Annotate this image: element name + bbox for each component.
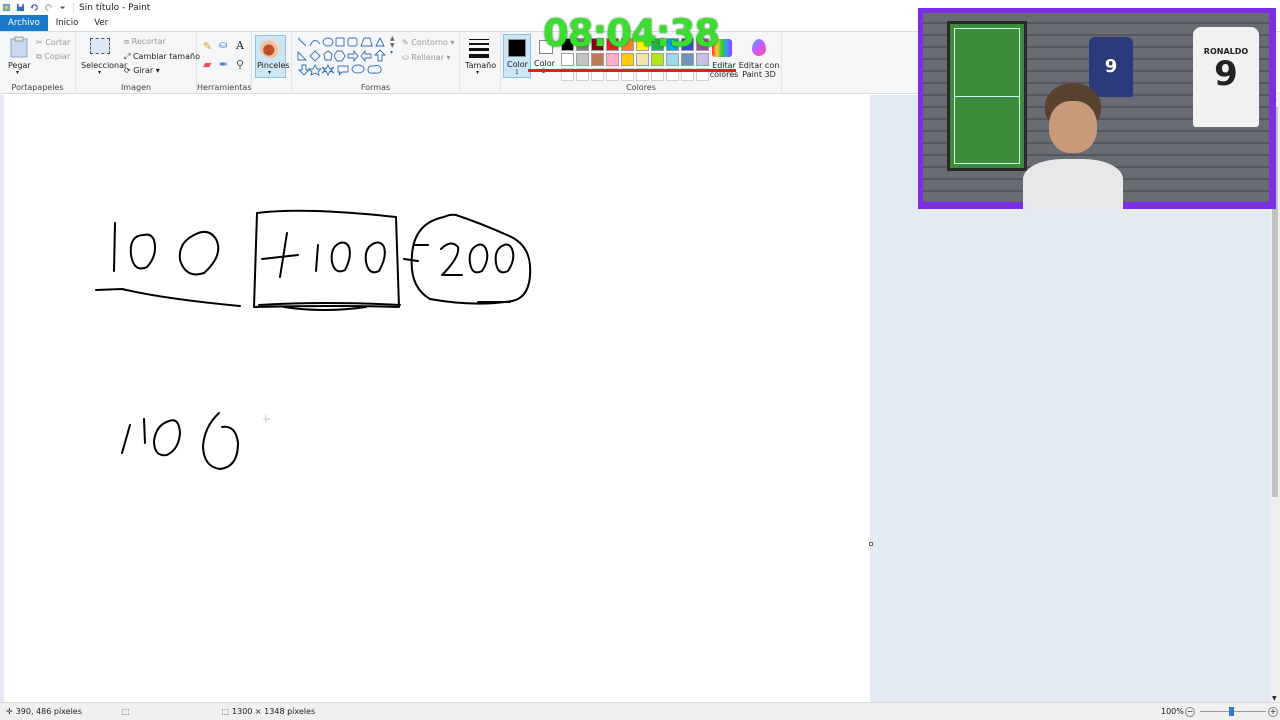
group-image: Seleccionar ▾ ⧈ Recortar ⤢ Cambiar tamañ… <box>76 32 200 94</box>
jersey-white: RONALDO 9 <box>1193 27 1259 127</box>
drawing-canvas[interactable] <box>4 95 870 702</box>
group-shapes: ▲ ▼ ▾ ✎ Contorno ▾ ⛀ Rellenar ▾ Formas <box>291 32 460 94</box>
zoom-slider-thumb[interactable] <box>1229 707 1234 716</box>
quick-access-toolbar: | <box>0 3 75 13</box>
zoom-in-button[interactable]: + <box>1268 706 1278 717</box>
person <box>1023 83 1123 209</box>
size-dropdown-icon: ▾ <box>476 69 480 76</box>
select-dropdown-icon: ▾ <box>98 69 102 76</box>
outline-dropdown[interactable]: ✎ Contorno ▾ <box>402 38 455 47</box>
stream-clock-overlay: 08:04:38 <box>543 12 720 55</box>
rotate-button[interactable]: ⟳ Girar ▾ <box>124 66 160 75</box>
webcam-overlay: 9 RONALDO 9 <box>918 8 1276 209</box>
canvas-size: 1300 × 1348 píxeles <box>232 707 316 716</box>
copy-button[interactable]: ⧉ Copiar <box>36 52 70 62</box>
pencil-icon[interactable]: ✎ <box>203 40 212 53</box>
fill-bucket-icon[interactable]: ⛀ <box>219 40 227 51</box>
status-bar: ✛ 390, 486 píxeles ⬚ ⬚ 1300 × 1348 píxel… <box>0 702 1280 720</box>
select-rectangle-icon <box>90 38 110 54</box>
paint3d-icon <box>752 39 766 56</box>
group-clipboard: Pegar ▾ ✂ Cortar ⧉ Copiar Portapapeles <box>0 32 76 94</box>
cursor-position-icon: ✛ <box>6 707 13 716</box>
customize-dropdown-icon[interactable] <box>58 3 67 12</box>
crop-button[interactable]: ⧈ Recortar <box>124 37 166 47</box>
cursor-position: 390, 486 píxeles <box>15 707 82 716</box>
color1-button[interactable]: Color 1 <box>503 34 531 78</box>
undo-icon[interactable] <box>30 3 39 12</box>
resize-button[interactable]: ⤢ Cambiar tamaño <box>124 52 200 62</box>
color1-swatch <box>508 39 526 57</box>
redo-icon[interactable] <box>44 3 53 12</box>
group-label-clipboard: Portapapeles <box>11 83 64 92</box>
zoom-out-button[interactable]: − <box>1185 706 1195 717</box>
brushes-button[interactable]: Pinceles ▾ <box>255 35 290 78</box>
cut-button[interactable]: ✂ Cortar <box>36 38 70 47</box>
canvas-resize-handle[interactable] <box>869 542 873 546</box>
group-label-tools: Herramientas <box>197 83 252 92</box>
group-tools: ✎ ⛀ A ▰ ✒ ⚲ Herramientas <box>197 32 252 94</box>
magnifier-icon[interactable]: ⚲ <box>236 58 244 71</box>
webcam-frame: 9 RONALDO 9 <box>923 13 1269 209</box>
text-tool-icon[interactable]: A <box>236 39 244 52</box>
group-label-image: Imagen <box>120 83 152 92</box>
selection-size-icon: ⬚ <box>121 707 130 716</box>
color-picker-icon[interactable]: ✒ <box>219 58 228 71</box>
paste-dropdown-icon: ▾ <box>16 69 20 76</box>
size-button[interactable]: Tamaño ▾ <box>462 36 496 78</box>
tab-archivo[interactable]: Archivo <box>0 15 48 31</box>
eraser-icon[interactable]: ▰ <box>203 58 211 71</box>
tactics-board <box>947 21 1027 171</box>
brush-icon <box>260 38 282 58</box>
paint3d-button[interactable]: Editar con Paint 3D <box>738 35 780 79</box>
clipboard-icon <box>10 36 28 58</box>
fill-dropdown[interactable]: ⛀ Rellenar ▾ <box>402 53 451 62</box>
paint-app-icon <box>2 3 11 12</box>
size-lines-icon <box>469 39 489 58</box>
group-label-colors: Colores <box>626 83 656 92</box>
zoom-level: 100% <box>1161 707 1184 716</box>
window-title: Sin título - Paint <box>79 2 151 13</box>
canvas-size-icon: ⬚ <box>221 707 230 716</box>
save-icon[interactable] <box>16 3 25 12</box>
brushes-dropdown-icon: ▾ <box>268 69 272 76</box>
group-label-shapes: Formas <box>360 83 391 92</box>
tab-ver[interactable]: Ver <box>86 15 116 31</box>
shapes-gallery[interactable] <box>296 36 396 76</box>
handdrawn-strokes <box>95 209 532 470</box>
tab-inicio[interactable]: Inicio <box>48 15 87 31</box>
scroll-down-arrow-icon[interactable]: ▼ <box>1272 695 1277 702</box>
select-button[interactable]: Seleccionar ▾ <box>80 36 127 78</box>
paste-button[interactable]: Pegar ▾ <box>6 36 32 78</box>
shapes-scroll-icon[interactable]: ▲ ▼ ▾ <box>390 35 395 56</box>
zoom-slider[interactable] <box>1200 707 1266 716</box>
clock-underline <box>528 69 736 72</box>
